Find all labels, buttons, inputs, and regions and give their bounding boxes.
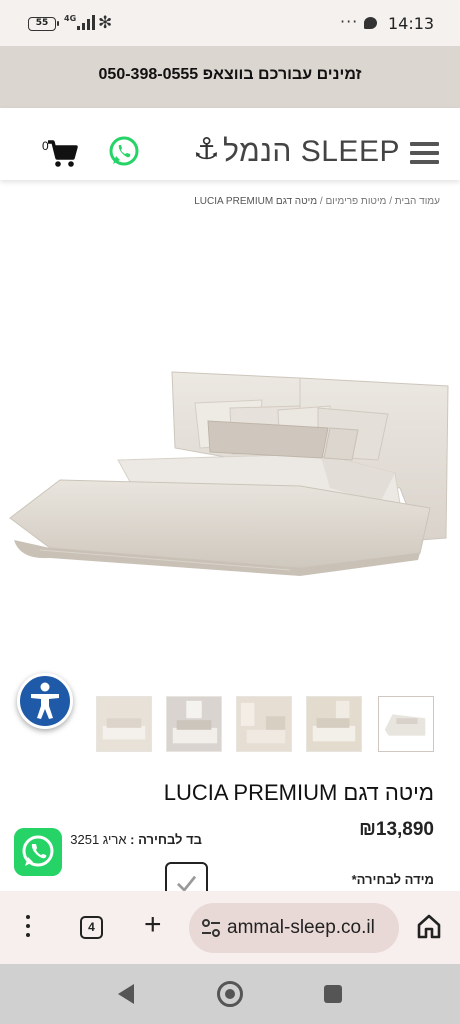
bluetooth-icon: ✻	[98, 13, 113, 33]
accessibility-icon[interactable]	[17, 673, 73, 729]
status-bar: 55 4G ✻ ··· 14:13	[0, 0, 460, 46]
back-icon[interactable]	[118, 984, 134, 1004]
product-title: מיטה דגם LUCIA PREMIUM	[163, 780, 434, 805]
chat-bubble-icon	[364, 17, 377, 29]
thumbnail-1[interactable]	[96, 696, 152, 752]
size-label: מידה לבחירה*	[351, 872, 434, 887]
fabric-value: אריג 3251	[70, 832, 127, 847]
battery-icon: 55	[28, 17, 59, 31]
home-icon[interactable]	[416, 913, 442, 939]
signal-icon	[77, 15, 95, 30]
menu-icon[interactable]	[410, 142, 439, 166]
breadcrumb-current: מיטה דגם LUCIA PREMIUM	[194, 196, 318, 207]
thumbnail-5[interactable]	[378, 696, 434, 752]
fabric-label: בד לבחירה :	[130, 832, 202, 847]
site-settings-icon[interactable]	[201, 919, 221, 937]
promo-banner[interactable]: זמינים עבורכם בווצאפ 050-398-0555	[0, 46, 460, 108]
site-header: ⚓ הנמל SLEEP 0	[0, 108, 460, 180]
more-dots-icon: ···	[340, 12, 359, 31]
browser-toolbar: 4 + ammal-sleep.co.il	[0, 891, 460, 964]
anchor-icon: ⚓	[193, 132, 220, 167]
plus-icon[interactable]: +	[144, 910, 162, 940]
fabric-selection: בד לבחירה : אריג 3251	[70, 832, 202, 847]
thumbnail-4[interactable]	[306, 696, 362, 752]
thumbnail-2[interactable]	[166, 696, 222, 752]
thumbnail-3[interactable]	[236, 696, 292, 752]
home-button-icon[interactable]	[217, 981, 243, 1007]
clock: 14:13	[388, 14, 435, 33]
recents-icon[interactable]	[324, 985, 342, 1003]
system-nav-bar	[0, 964, 460, 1024]
url-text: ammal-sleep.co.il	[227, 917, 375, 938]
tabs-button[interactable]: 4	[80, 916, 103, 939]
breadcrumb-separator: /	[389, 196, 392, 207]
breadcrumb-separator: /	[319, 196, 323, 207]
product-price: ₪13,890	[359, 819, 434, 840]
more-vert-icon[interactable]	[24, 915, 32, 941]
battery-level: 55	[35, 18, 49, 28]
breadcrumb-home[interactable]: עמוד הבית	[395, 196, 440, 207]
network-label: 4G	[64, 14, 77, 23]
logo-text: הנמל SLEEP	[223, 135, 400, 168]
cart-count: 0	[42, 139, 49, 153]
breadcrumb: עמוד הבית / מיטות פרימיום / מיטה דגם LUC…	[194, 196, 440, 207]
address-bar[interactable]: ammal-sleep.co.il	[189, 903, 399, 953]
whatsapp-icon[interactable]	[108, 135, 140, 167]
cart-icon[interactable]	[44, 138, 78, 168]
breadcrumb-category[interactable]: מיטות פרימיום	[325, 196, 386, 207]
whatsapp-float-icon[interactable]	[14, 828, 62, 876]
product-image[interactable]	[0, 218, 460, 682]
site-logo[interactable]: ⚓ הנמל SLEEP	[193, 130, 399, 170]
